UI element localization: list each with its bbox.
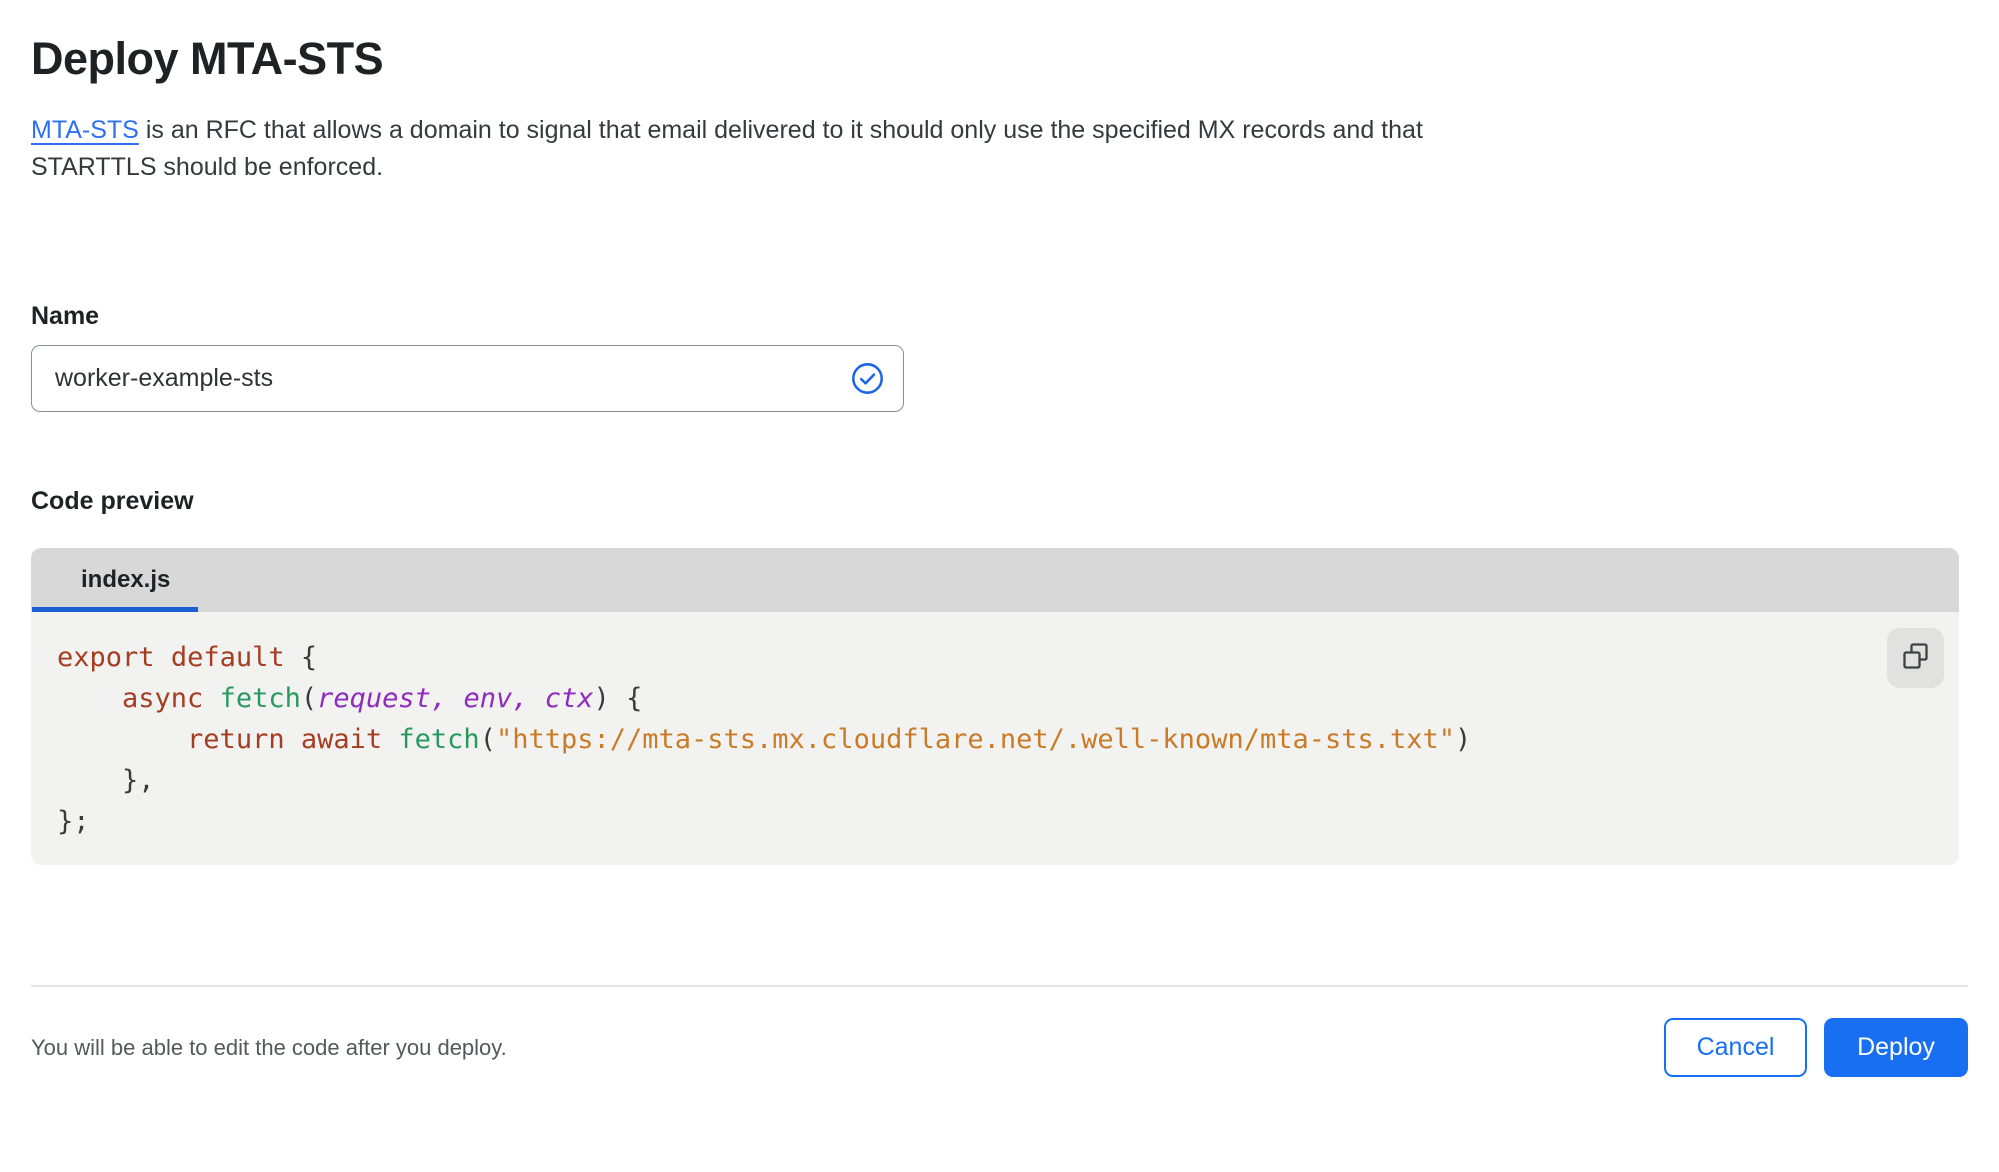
footer: You will be able to edit the code after … (31, 1018, 1968, 1077)
footer-buttons: Cancel Deploy (1664, 1018, 1968, 1077)
name-label: Name (31, 302, 100, 330)
description-text: is an RFC that allows a domain to signal… (31, 116, 1423, 181)
name-input-wrap (31, 345, 904, 412)
deploy-mta-sts-page: Deploy MTA-STS MTA-STS is an RFC that al… (0, 34, 1999, 1077)
code-block: export default { async fetch(request, en… (57, 637, 1839, 842)
page-title: Deploy MTA-STS (31, 33, 384, 84)
cancel-button[interactable]: Cancel (1664, 1018, 1807, 1077)
tab-label: index.js (81, 566, 171, 593)
footer-note: You will be able to edit the code after … (31, 1034, 507, 1060)
code-line: }; (57, 806, 90, 837)
code-line: export default { (57, 642, 318, 673)
mta-sts-link[interactable]: MTA-STS (31, 116, 139, 144)
check-circle-icon (850, 361, 885, 396)
code-line: return await fetch("https://mta-sts.mx.c… (187, 724, 1472, 755)
footer-divider (31, 985, 1968, 987)
code-line: async fetch(request, env, ctx) { (122, 683, 643, 714)
code-line: }, (122, 765, 155, 796)
description: MTA-STS is an RFC that allows a domain t… (31, 112, 1509, 186)
code-area: export default { async fetch(request, en… (31, 612, 1959, 865)
code-preview-panel: index.js export default { async fetch(re… (31, 548, 1959, 865)
deploy-button[interactable]: Deploy (1824, 1018, 1968, 1077)
tab-index-js[interactable]: index.js (31, 548, 198, 612)
copy-icon (1902, 643, 1929, 673)
code-preview-label: Code preview (31, 487, 194, 515)
code-tabbar: index.js (31, 548, 1959, 612)
name-input[interactable] (31, 345, 904, 412)
copy-code-button[interactable] (1887, 628, 1944, 688)
